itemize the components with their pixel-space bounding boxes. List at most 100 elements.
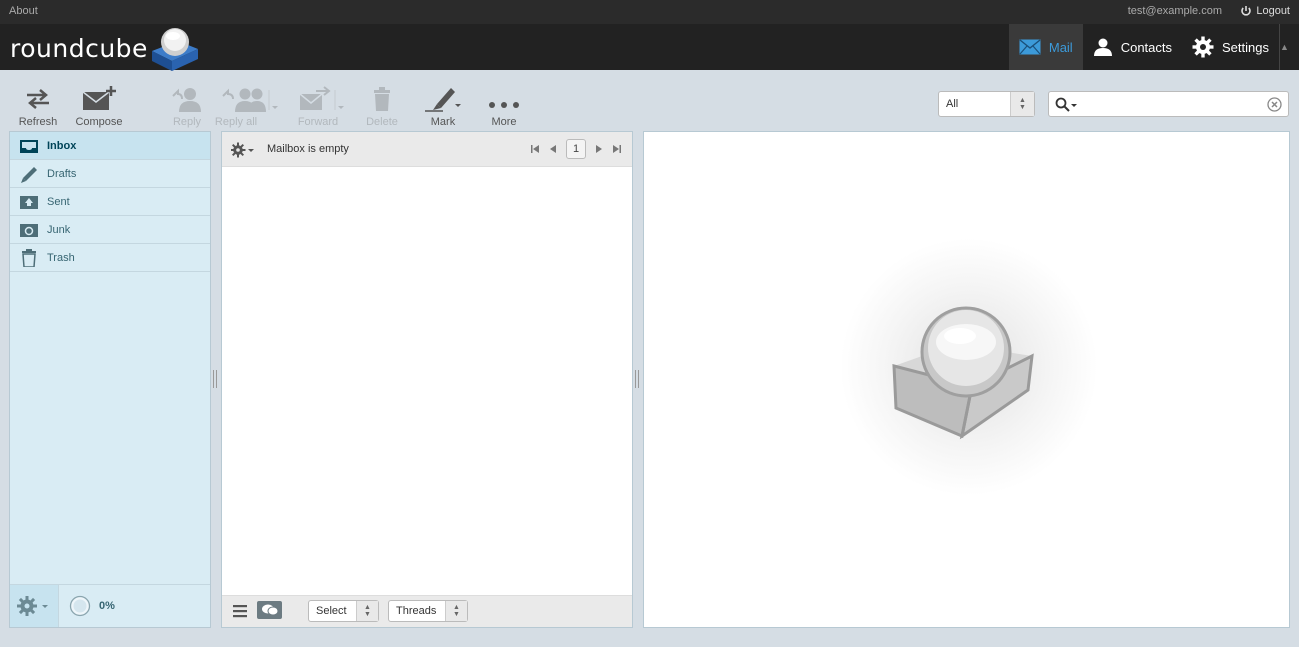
list-options-button[interactable] — [231, 142, 257, 158]
select-arrows-icon: ▲ ▼ — [445, 601, 467, 621]
header: roundcube Mail Contacts Settings ▲ — [0, 24, 1299, 71]
user-email: test@example.com — [1127, 5, 1222, 17]
folder-footer: 0% — [10, 584, 210, 627]
power-icon — [1241, 6, 1252, 16]
folder-inbox[interactable]: Inbox — [10, 132, 210, 160]
logout-button[interactable]: Logout — [1240, 5, 1290, 17]
quota-value: 0% — [99, 600, 115, 612]
gear-icon — [1192, 36, 1214, 58]
logo[interactable]: roundcube — [10, 26, 200, 71]
preview-pane — [643, 131, 1290, 628]
pencil-icon — [21, 166, 37, 183]
message-list-footer: Select ▲ ▼ Threads ▲ ▼ — [222, 595, 632, 627]
folder-label: Junk — [47, 223, 71, 236]
threads-view-button[interactable] — [257, 601, 282, 619]
select-dropdown[interactable]: Select ▲ ▼ — [308, 600, 379, 622]
task-mail[interactable]: Mail — [1008, 24, 1083, 70]
top-bar: About test@example.com Logout — [0, 0, 1299, 24]
quota-pie-icon — [69, 595, 91, 617]
pagination: 1 — [530, 139, 622, 159]
select-arrows-icon: ▲ ▼ — [1010, 92, 1034, 116]
task-settings-label: Settings — [1222, 39, 1269, 55]
folder-junk[interactable]: Junk — [10, 216, 210, 244]
select-label: Select — [316, 605, 347, 617]
reply-icon — [172, 88, 201, 112]
filter-value: All — [946, 98, 959, 110]
mark-label: Mark — [430, 116, 456, 128]
last-page-icon[interactable] — [612, 144, 622, 154]
delete-label: Delete — [366, 116, 398, 128]
reply-all-label: Reply all — [214, 116, 258, 128]
task-contacts[interactable]: Contacts — [1083, 24, 1182, 70]
forward-label: Forward — [297, 116, 339, 128]
previous-page-icon[interactable] — [548, 144, 558, 154]
next-page-icon[interactable] — [594, 144, 604, 154]
forward-icon — [299, 86, 344, 110]
compose-label: Compose — [75, 116, 123, 128]
roundcube-logo-icon — [151, 28, 198, 71]
sent-icon — [20, 195, 38, 209]
reply-all-icon — [222, 88, 278, 112]
message-list-header: Mailbox is empty 1 — [222, 132, 632, 167]
gear-icon — [17, 596, 48, 616]
about-link[interactable]: About — [9, 5, 38, 17]
quota-display: 0% — [59, 595, 115, 617]
junk-icon — [20, 223, 38, 237]
compose-button[interactable]: Compose — [69, 82, 129, 128]
folder-actions-button[interactable] — [10, 585, 59, 627]
mailbox-status: Mailbox is empty — [267, 143, 349, 155]
refresh-icon — [27, 89, 49, 109]
more-label: More — [491, 116, 517, 128]
folder-trash[interactable]: Trash — [10, 244, 210, 272]
folder-sent[interactable]: Sent — [10, 188, 210, 216]
marker-icon — [425, 88, 461, 112]
trash-icon — [22, 248, 36, 267]
threads-label: Threads — [396, 605, 437, 617]
gear-icon — [231, 142, 254, 158]
taskbar: Mail Contacts Settings ▲ — [1008, 24, 1289, 70]
taskbar-toggle[interactable]: ▲ — [1279, 24, 1289, 70]
message-list-splitter[interactable] — [635, 370, 639, 388]
folder-drafts[interactable]: Drafts — [10, 160, 210, 188]
folder-label: Sent — [47, 195, 70, 208]
message-list: Mailbox is empty 1 Select ▲ ▼ Threads ▲ ▼ — [221, 131, 633, 628]
toolbar: Refresh Compose Reply Reply all Forward … — [0, 70, 1299, 130]
delete-button[interactable]: Delete — [352, 82, 412, 128]
roundcube-watermark-icon — [892, 306, 1034, 440]
compose-icon — [82, 86, 116, 110]
threads-dropdown[interactable]: Threads ▲ ▼ — [388, 600, 468, 622]
more-dots-icon — [489, 102, 519, 108]
more-button[interactable]: More — [474, 82, 534, 128]
search-input[interactable] — [1083, 95, 1263, 113]
logo-text: roundcube — [10, 33, 148, 63]
close-icon — [1267, 97, 1282, 112]
search-options-button[interactable] — [1055, 97, 1079, 116]
list-icon — [233, 605, 247, 618]
person-icon — [1093, 38, 1112, 56]
current-page: 1 — [566, 139, 586, 159]
filter-select[interactable]: All ▲ ▼ — [938, 91, 1035, 117]
folder-label: Inbox — [47, 139, 77, 152]
first-page-icon[interactable] — [530, 144, 540, 154]
reply-all-button[interactable]: Reply all — [215, 82, 281, 128]
refresh-button[interactable]: Refresh — [8, 82, 68, 128]
mark-button[interactable]: Mark — [413, 82, 473, 128]
conversation-icon — [261, 604, 278, 616]
select-arrows-icon: ▲ ▼ — [356, 601, 378, 621]
trash-icon — [374, 87, 390, 111]
logout-label: Logout — [1256, 5, 1290, 17]
task-contacts-label: Contacts — [1120, 39, 1173, 55]
search-reset-button[interactable] — [1267, 97, 1282, 115]
folder-list: Inbox Drafts Sent Junk Trash 0% — [9, 131, 211, 628]
inbox-icon — [20, 139, 38, 153]
envelope-icon — [1019, 39, 1041, 55]
refresh-label: Refresh — [18, 116, 58, 128]
forward-button[interactable]: Forward — [288, 82, 348, 128]
list-view-button[interactable] — [232, 604, 248, 621]
folder-list-splitter[interactable] — [213, 370, 217, 388]
folder-label: Trash — [47, 251, 75, 264]
task-mail-label: Mail — [1048, 39, 1073, 55]
search-icon — [1055, 97, 1077, 112]
search-box — [1048, 91, 1289, 117]
task-settings[interactable]: Settings — [1182, 24, 1279, 70]
